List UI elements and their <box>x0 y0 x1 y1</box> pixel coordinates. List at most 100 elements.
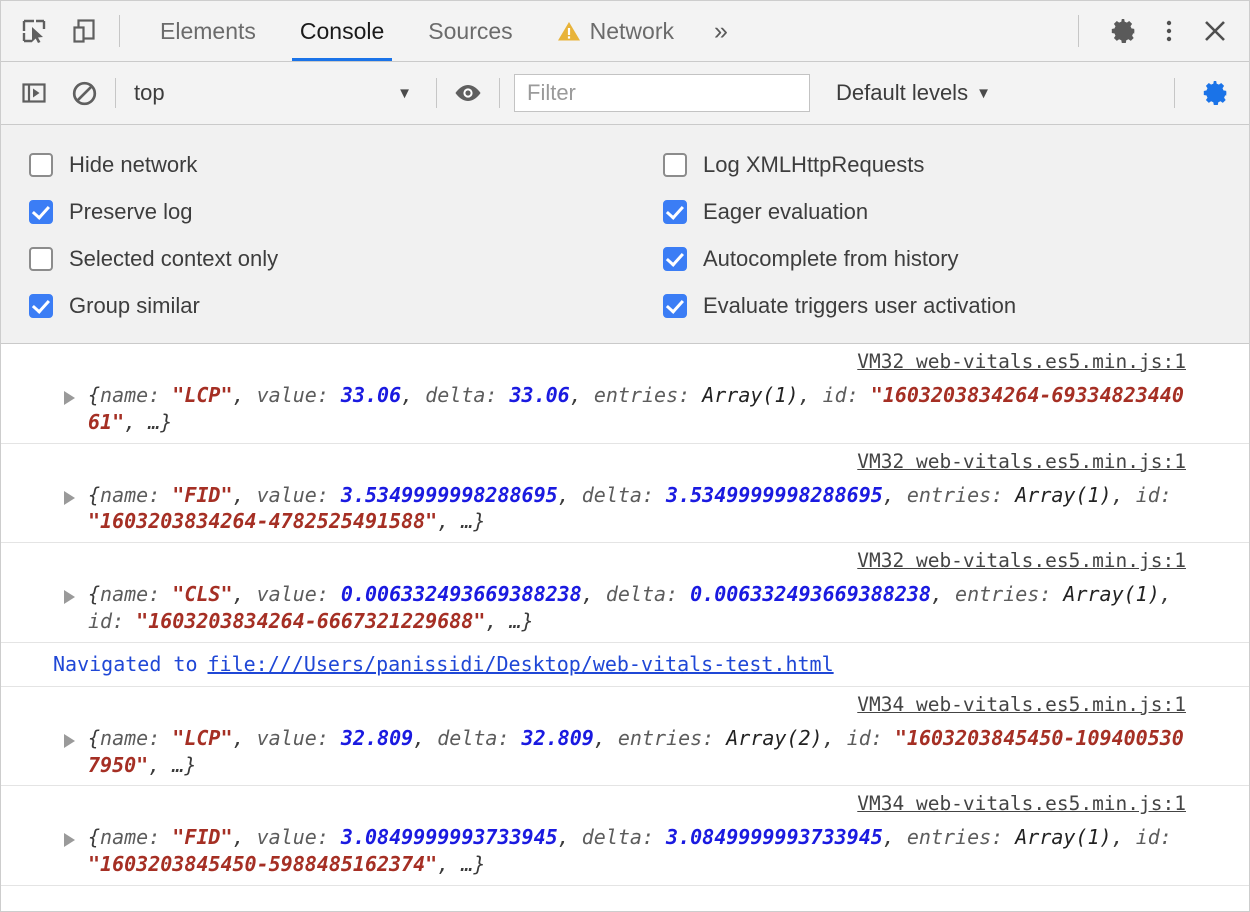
expand-object-arrow-icon[interactable] <box>64 391 75 405</box>
token-punc: { <box>88 726 100 750</box>
log-row-object[interactable]: VM32 web-vitals.es5.min.js:1{name: "CLS"… <box>1 543 1249 643</box>
selected-context-only-checkbox[interactable] <box>29 247 53 271</box>
log-source-link[interactable]: VM34 web-vitals.es5.min.js:1 <box>857 693 1186 716</box>
token-punc: , <box>558 483 582 507</box>
token-plain: Array(1) <box>1063 582 1159 606</box>
token-num: 32.809 <box>341 726 413 750</box>
log-object-preview: {name: "FID", value: 3.5349999998288695,… <box>88 482 1187 536</box>
log-source-link[interactable]: VM32 web-vitals.es5.min.js:1 <box>857 549 1186 572</box>
setting-evaluate-triggers-user-activation[interactable]: Evaluate triggers user activation <box>663 282 1249 329</box>
clear-console-icon[interactable] <box>67 76 101 110</box>
token-punc: { <box>88 582 100 606</box>
console-toolbar-left-icons <box>1 76 101 110</box>
preserve-log-checkbox[interactable] <box>29 200 53 224</box>
token-punc: , …} <box>437 852 485 876</box>
token-plain: Array(1) <box>702 383 798 407</box>
log-xmlhttprequests-label: Log XMLHttpRequests <box>703 152 924 178</box>
console-toolbar-divider-3 <box>499 78 500 108</box>
log-level-selector[interactable]: Default levels ▼ <box>836 80 991 106</box>
setting-selected-context-only[interactable]: Selected context only <box>29 235 649 282</box>
token-str: "CLS" <box>172 582 232 606</box>
token-plain: Array(2) <box>726 726 822 750</box>
token-punc: , <box>570 383 594 407</box>
token-k: value: <box>257 383 341 407</box>
token-k: delta: <box>425 383 509 407</box>
console-settings-pane: Hide network Preserve log Selected conte… <box>1 125 1249 344</box>
setting-eager-evaluation[interactable]: Eager evaluation <box>663 188 1249 235</box>
token-punc: , <box>1112 483 1136 507</box>
close-icon[interactable] <box>1195 11 1235 51</box>
evaluate-triggers-user-activation-label: Evaluate triggers user activation <box>703 293 1016 319</box>
console-log-area[interactable]: VM32 web-vitals.es5.min.js:1{name: "LCP"… <box>1 344 1249 911</box>
execution-context-selector[interactable]: top ▼ <box>130 73 422 113</box>
log-source-link[interactable]: VM32 web-vitals.es5.min.js:1 <box>857 350 1186 373</box>
log-source-link[interactable]: VM32 web-vitals.es5.min.js:1 <box>857 450 1186 473</box>
expand-object-arrow-icon[interactable] <box>64 491 75 505</box>
group-similar-label: Group similar <box>69 293 200 319</box>
chevron-down-icon: ▼ <box>397 85 412 102</box>
token-punc: , <box>823 726 847 750</box>
console-settings-gear-icon[interactable] <box>1195 73 1235 113</box>
setting-log-xmlhttprequests[interactable]: Log XMLHttpRequests <box>663 141 1249 188</box>
token-punc: , <box>1160 582 1184 606</box>
settings-gear-icon[interactable] <box>1103 11 1143 51</box>
setting-preserve-log[interactable]: Preserve log <box>29 188 649 235</box>
token-num: 0.006332493669388238 <box>690 582 931 606</box>
token-num: 33.06 <box>510 383 570 407</box>
tab-elements[interactable]: Elements <box>138 1 278 61</box>
log-xmlhttprequests-checkbox[interactable] <box>663 153 687 177</box>
hide-network-checkbox[interactable] <box>29 153 53 177</box>
log-row-object[interactable]: VM32 web-vitals.es5.min.js:1 {name: "FID"… <box>1 444 1249 544</box>
token-punc: , …} <box>148 753 196 777</box>
log-row-object[interactable]: VM34 web-vitals.es5.min.js:1{name: "LCP"… <box>1 687 1249 787</box>
autocomplete-from-history-checkbox[interactable] <box>663 247 687 271</box>
log-source-link[interactable]: VM34 web-vitals.es5.min.js:1 <box>857 792 1186 815</box>
token-punc: , <box>558 825 582 849</box>
more-tabs-icon[interactable]: » <box>696 19 746 44</box>
navigation-label: Navigated to <box>53 652 198 676</box>
eye-icon[interactable] <box>451 76 485 110</box>
device-toolbar-icon[interactable] <box>67 14 101 48</box>
tab-console[interactable]: Console <box>278 1 406 61</box>
console-toolbar-right <box>1160 73 1249 113</box>
token-num: 32.809 <box>522 726 594 750</box>
expand-object-arrow-icon[interactable] <box>64 590 75 604</box>
navigation-url-link[interactable]: file:///Users/panissidi/Desktop/web-vita… <box>208 652 834 676</box>
evaluate-triggers-user-activation-checkbox[interactable] <box>663 294 687 318</box>
tab-sources[interactable]: Sources <box>406 1 534 61</box>
console-toolbar-divider-1 <box>115 78 116 108</box>
expand-object-arrow-icon[interactable] <box>64 833 75 847</box>
log-row-object[interactable]: VM32 web-vitals.es5.min.js:1{name: "LCP"… <box>1 344 1249 444</box>
tab-network-label: Network <box>590 18 674 45</box>
log-row-object[interactable]: VM34 web-vitals.es5.min.js:1 {name: "FID"… <box>1 786 1249 886</box>
console-toolbar: top ▼ Default levels ▼ <box>1 62 1249 125</box>
token-k: name: <box>100 825 172 849</box>
token-punc: , <box>883 825 907 849</box>
filter-input[interactable] <box>514 74 810 112</box>
token-k: id: <box>1136 825 1184 849</box>
setting-group-similar[interactable]: Group similar <box>29 282 649 329</box>
token-punc: , <box>233 825 257 849</box>
token-punc: , …} <box>437 509 485 533</box>
token-punc: , <box>401 383 425 407</box>
more-options-icon[interactable] <box>1149 11 1189 51</box>
token-k: name: <box>100 383 172 407</box>
chevron-down-icon: ▼ <box>976 85 991 102</box>
token-punc: , …} <box>485 609 533 633</box>
token-k: delta: <box>606 582 690 606</box>
tab-network[interactable]: Network <box>535 1 696 61</box>
log-object-preview: {name: "FID", value: 3.0849999993733945,… <box>88 824 1187 878</box>
setting-hide-network[interactable]: Hide network <box>29 141 649 188</box>
devtools-tabbar: Elements Console Sources Network » <box>1 1 1249 62</box>
token-k: id: <box>823 383 871 407</box>
token-punc: { <box>88 825 100 849</box>
inspect-element-icon[interactable] <box>17 14 51 48</box>
console-sidebar-toggle-icon[interactable] <box>17 76 51 110</box>
token-punc: , <box>594 726 618 750</box>
group-similar-checkbox[interactable] <box>29 294 53 318</box>
setting-autocomplete-from-history[interactable]: Autocomplete from history <box>663 235 1249 282</box>
expand-object-arrow-icon[interactable] <box>64 734 75 748</box>
tab-console-label: Console <box>300 18 384 45</box>
console-toolbar-divider-4 <box>1174 78 1175 108</box>
eager-evaluation-checkbox[interactable] <box>663 200 687 224</box>
